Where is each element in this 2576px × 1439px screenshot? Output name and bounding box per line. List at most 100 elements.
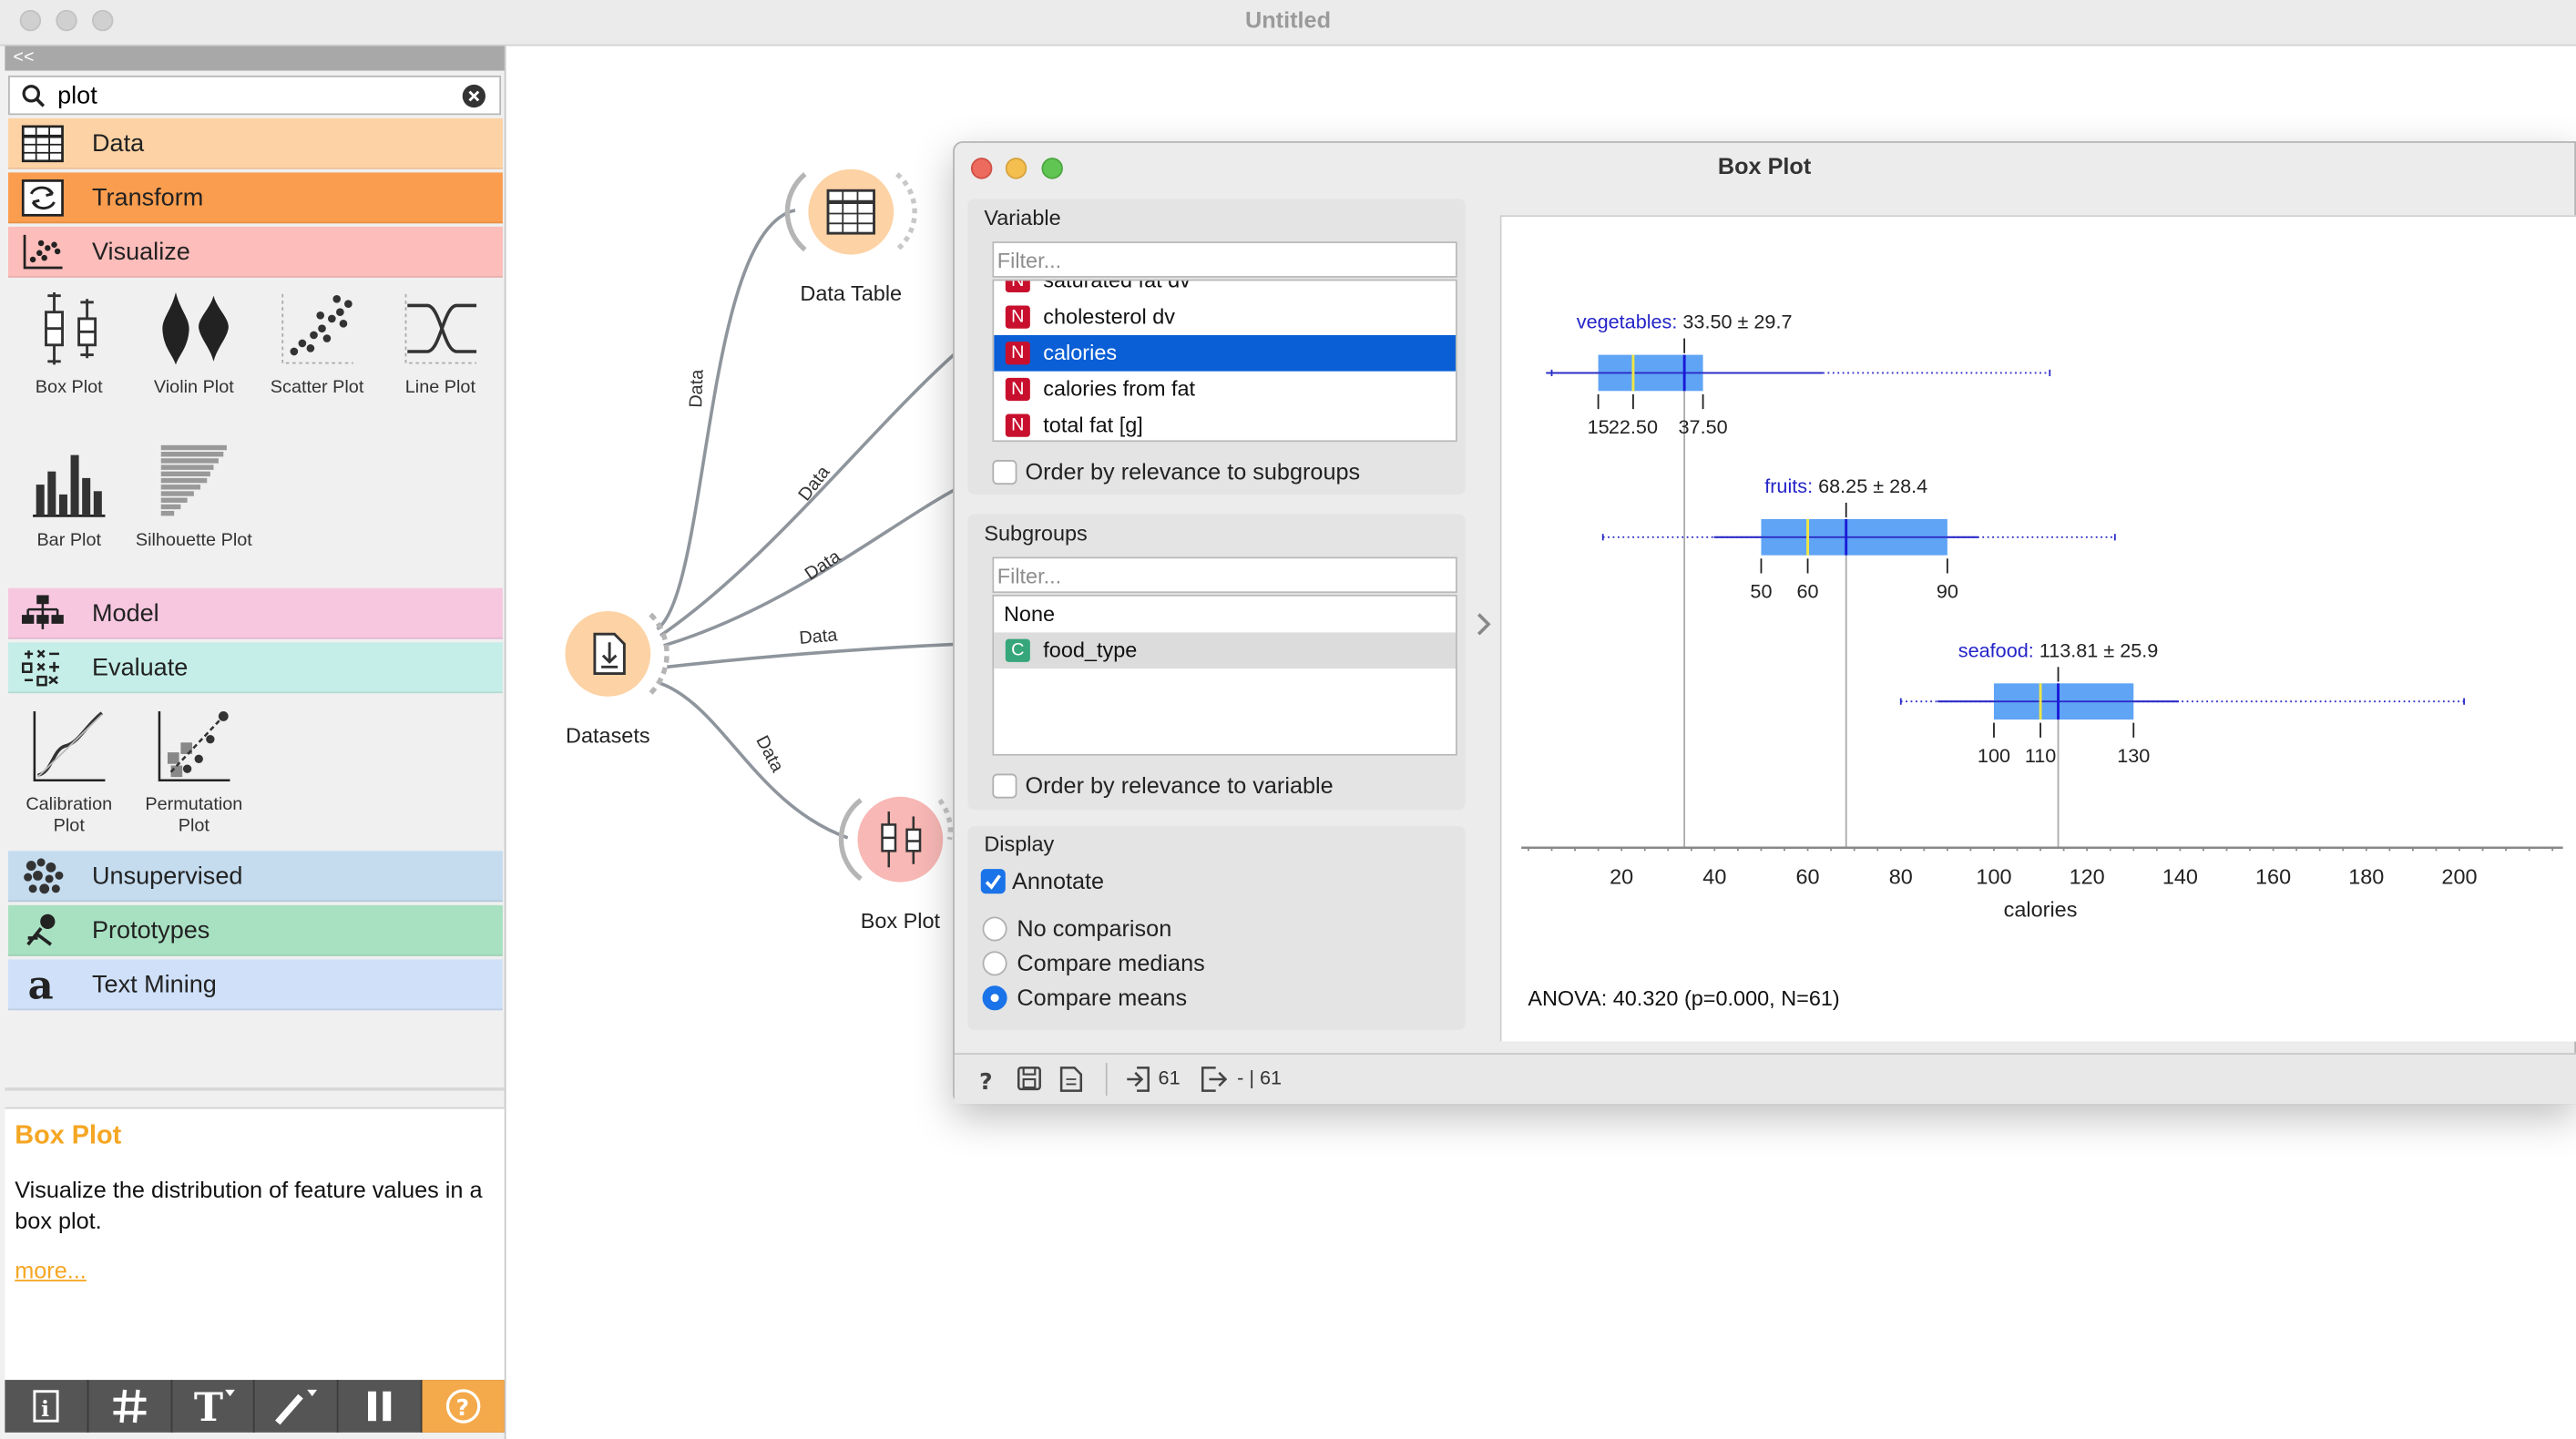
x-tick-label: 60 [1796,864,1820,888]
category-label: Prototypes [92,916,210,945]
item-label: total fat [g] [1043,412,1143,437]
item-label: saturated fat dv [1043,279,1191,293]
search-input[interactable]: plot [57,82,97,110]
anova-text: ANOVA: 40.320 (p=0.000, N=61) [1528,985,1840,1011]
numeric-badge: N [1005,413,1030,437]
category-data[interactable]: Data [8,117,503,169]
item-label: calories [1043,340,1118,365]
scatter-plot-icon [281,293,353,364]
list-item[interactable]: Ncholesterol dv [994,299,1456,335]
category-label: Visualize [92,238,190,267]
report-icon[interactable] [1059,1066,1083,1093]
link-label: Data [686,369,708,409]
widget-label: Box Plot [35,377,103,398]
radio-compare-means[interactable] [982,985,1007,1011]
x-tick-label: 80 [1889,864,1913,888]
node-box-plot[interactable] [838,796,954,883]
node-label: Datasets [566,722,650,748]
collapse-toolbox-button[interactable]: << [5,46,505,71]
widget-scatter-plot[interactable]: Scatter Plot [258,289,376,399]
widget-search-field[interactable]: plot [8,75,502,116]
info-button[interactable]: i [5,1380,89,1433]
x-axis-label: calories [2004,897,2078,921]
order-by-subgroups-checkbox[interactable] [992,460,1017,485]
widget-box-plot[interactable]: Box Plot [10,289,128,399]
box-plot-chart: 20 40 60 80 100 120 140 160 180 200 calories vegeta… [1521,311,2563,921]
window-title: Untitled [1245,6,1332,34]
category-label: Transform [92,184,204,212]
chevron-right-icon[interactable] [1474,613,1494,636]
categorical-badge: C [1005,638,1030,662]
category-model[interactable]: Model [8,587,503,639]
widget-violin-plot[interactable]: Violin Plot [135,289,253,399]
cluster-icon [24,858,64,894]
category-transform[interactable]: Transform [8,172,503,224]
annotate-checkbox[interactable] [980,869,1006,894]
variable-list[interactable]: Nsaturated fat dv Ncholesterol dv Ncalor… [992,279,1457,443]
group-title: Display [984,831,1055,856]
node-data-table[interactable] [784,168,917,255]
widget-permutation-plot[interactable]: Permutation Plot [135,707,253,838]
category-unsupervised[interactable]: Unsupervised [8,851,503,903]
widget-line-plot[interactable]: Line Plot [381,289,499,399]
variable-filter-input[interactable]: Filter... [992,241,1457,278]
help-icon[interactable]: ? [977,1067,997,1094]
list-item-selected[interactable]: Cfood_type [994,632,1456,669]
group-mean-label: fruits: 68.25 ± 28.4 [1764,475,1927,497]
node-datasets[interactable] [565,610,670,697]
widget-label: Scatter Plot [270,377,364,398]
info-icon: i [33,1390,59,1423]
list-item-selected[interactable]: Ncalories [994,334,1456,372]
table-icon [21,125,64,163]
x-tick-label: 120 [2070,864,2105,888]
link-to-box-plot[interactable] [659,681,849,840]
x-tick-label: 100 [1976,864,2011,888]
radio-compare-medians[interactable] [982,951,1007,976]
x-tick-label: 140 [2162,864,2198,888]
category-visualize[interactable]: Visualize [8,226,503,278]
quartile-label: 60 [1797,580,1819,603]
subgroups-list[interactable]: None Cfood_type [992,594,1457,756]
category-evaluate[interactable]: Evaluate [8,642,503,694]
plot-area[interactable]: 20 40 60 80 100 120 140 160 180 200 calories vegeta… [1499,215,2576,1042]
description-title: Box Plot [15,1121,122,1150]
widget-label: Line Plot [404,377,475,398]
widget-label: Permutation Plot [145,794,243,837]
widget-bar-plot[interactable]: Bar Plot [10,442,128,552]
clear-icon[interactable] [462,84,486,108]
radio-label: Compare medians [1017,949,1205,976]
quartile-label: 90 [1937,580,1958,603]
category-prototypes[interactable]: Prototypes [8,904,503,956]
radio-no-comparison[interactable] [982,916,1007,942]
list-item[interactable]: None [994,597,1456,633]
variable-group: Variable Filter... Nsaturated fat dv Nch… [967,199,1466,495]
window-title: Box Plot [1717,152,1812,179]
widget-calibration-plot[interactable]: Calibration Plot [10,707,128,838]
svg-text:a: a [28,966,54,1004]
numeric-badge: N [1005,377,1030,402]
widget-toolbox: << plot Data Transform Visualize Box Plo… [0,46,506,1439]
order-by-variable-checkbox[interactable] [992,773,1017,799]
checkbox-label: Annotate [1012,867,1105,894]
save-icon[interactable] [1017,1066,1041,1091]
quartile-label: 110 [2025,744,2056,767]
calibration-plot-icon [33,711,106,782]
x-tick-label: 200 [2441,864,2477,888]
list-item[interactable]: Ncalories from fat [994,372,1456,408]
output-summary: - | 61 [1237,1066,1283,1089]
quartile-label: 100 [1978,744,2010,767]
more-link[interactable]: more... [15,1257,87,1283]
group-mean-value: 33.50 ± 29.7 [1682,311,1792,333]
list-item[interactable]: Ntotal fat [g] [994,407,1456,440]
x-tick-label: 40 [1702,864,1726,888]
list-item[interactable]: Nsaturated fat dv [994,279,1456,299]
widget-silhouette-plot[interactable]: Silhouette Plot [135,442,253,552]
silhouette-plot-icon [160,444,227,516]
panel-divider[interactable] [5,1087,505,1091]
checkbox-label: Order by relevance to subgroups [1025,458,1361,485]
link-to-data-table[interactable] [656,209,796,631]
widget-label: Bar Plot [36,530,102,551]
subgroups-filter-input[interactable]: Filter... [992,556,1457,594]
numeric-badge: N [1005,281,1030,293]
category-text-mining[interactable]: a Text Mining [8,959,503,1011]
